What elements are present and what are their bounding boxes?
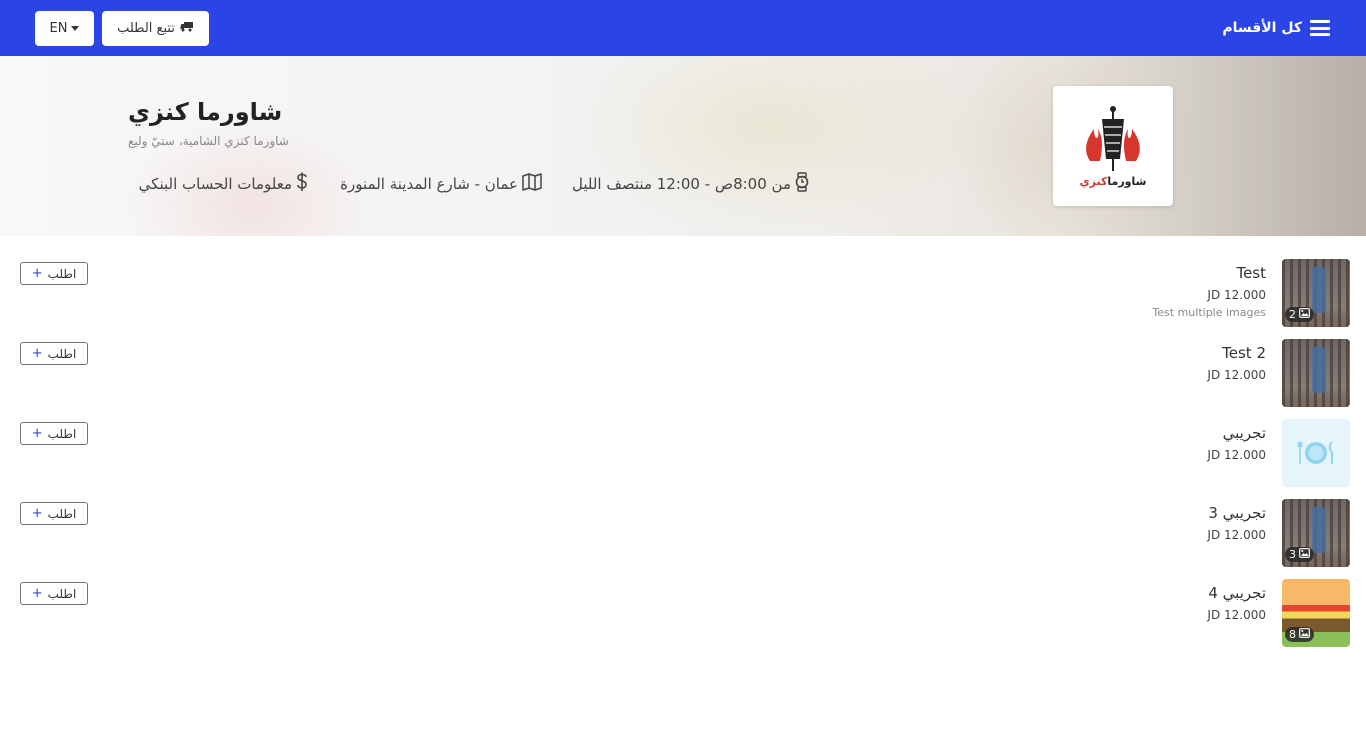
plus-icon: + — [31, 506, 43, 521]
restaurant-subtitle: شاورما كنزي الشامية، ستيّ وليع — [128, 134, 289, 148]
order-button[interactable]: اطلب + — [20, 582, 88, 605]
shawarma-logo-icon: شاورماكنزي — [1080, 106, 1147, 188]
top-navbar: EN تتبع الطلب كل الأقسام — [0, 0, 1366, 56]
item-name: تجريبي 3 — [1208, 504, 1266, 522]
image-count: 3 — [1289, 548, 1296, 561]
item-price: JD 12.000 — [1207, 448, 1266, 462]
order-button[interactable]: اطلب + — [20, 422, 88, 445]
restaurant-name: شاورما كنزي — [128, 98, 283, 126]
item-name: تجريبي — [1222, 424, 1266, 442]
item-name: Test — [1236, 264, 1266, 282]
track-order-label: تتبع الطلب — [117, 21, 175, 36]
item-price: JD 12.000 — [1207, 608, 1266, 622]
item-image[interactable]: 2 — [1282, 259, 1350, 327]
map-icon — [522, 173, 542, 195]
track-order-button[interactable]: تتبع الطلب — [102, 11, 209, 46]
item-price: JD 12.000 — [1207, 528, 1266, 542]
watch-icon — [795, 172, 809, 196]
restaurant-address: عمان - شارع المدينة المنورة — [340, 172, 542, 196]
plus-icon: + — [31, 346, 43, 361]
dollar-icon — [296, 172, 308, 196]
image-icon — [1299, 628, 1310, 641]
opening-hours: من 8:00ص - 12:00 منتصف الليل — [572, 172, 809, 196]
order-button[interactable]: اطلب + — [20, 262, 88, 285]
item-price: JD 12.000 — [1207, 288, 1266, 302]
item-image[interactable] — [1282, 339, 1350, 407]
language-button[interactable]: EN — [35, 11, 94, 46]
order-button[interactable]: اطلب + — [20, 502, 88, 525]
plus-icon: + — [31, 426, 43, 441]
image-count: 8 — [1289, 628, 1296, 641]
menu-item: اطلب + تجريبي 3 JD 12.000 3 — [0, 499, 1366, 569]
order-label: اطلب — [47, 346, 77, 361]
caret-down-icon — [71, 26, 80, 31]
plus-icon: + — [31, 586, 43, 601]
item-image[interactable] — [1282, 419, 1350, 487]
image-icon — [1299, 548, 1310, 561]
address-text: عمان - شارع المدينة المنورة — [340, 175, 518, 193]
all-categories-label: كل الأقسام — [1222, 20, 1302, 36]
image-count: 2 — [1289, 308, 1296, 321]
order-label: اطلب — [47, 266, 77, 281]
svg-text:شاورماكنزي: شاورماكنزي — [1080, 175, 1147, 188]
order-label: اطلب — [47, 426, 77, 441]
restaurant-logo: شاورماكنزي — [1053, 86, 1173, 206]
truck-icon — [180, 21, 194, 36]
menu-item: اطلب + Test 2 JD 12.000 — [0, 339, 1366, 409]
image-count-badge: 8 — [1285, 627, 1314, 642]
language-label: EN — [49, 21, 68, 36]
bank-info-text: معلومات الحساب البنكي — [138, 175, 292, 193]
bank-info-link[interactable]: معلومات الحساب البنكي — [139, 172, 308, 196]
item-price: JD 12.000 — [1207, 368, 1266, 382]
item-image[interactable]: 8 — [1282, 579, 1350, 647]
item-name: Test 2 — [1222, 344, 1266, 362]
plus-icon: + — [31, 266, 43, 281]
image-count-badge: 2 — [1285, 307, 1314, 322]
all-categories-menu[interactable]: كل الأقسام — [1222, 17, 1330, 39]
item-image[interactable]: 3 — [1282, 499, 1350, 567]
menu-item: اطلب + تجريبي 4 JD 12.000 8 — [0, 579, 1366, 649]
menu-item: اطلب + تجريبي JD 12.000 — [0, 419, 1366, 489]
image-count-badge: 3 — [1285, 547, 1314, 562]
hamburger-icon — [1310, 20, 1330, 36]
menu-item: اطلب + Test JD 12.000 Test multiple imag… — [0, 259, 1366, 329]
order-label: اطلب — [47, 586, 77, 601]
order-label: اطلب — [47, 506, 77, 521]
opening-hours-text: من 8:00ص - 12:00 منتصف الليل — [572, 175, 791, 193]
plate-placeholder-icon — [1297, 441, 1333, 464]
item-name: تجريبي 4 — [1208, 584, 1266, 602]
item-description: Test multiple images — [1152, 306, 1266, 319]
image-icon — [1299, 308, 1310, 321]
order-button[interactable]: اطلب + — [20, 342, 88, 365]
